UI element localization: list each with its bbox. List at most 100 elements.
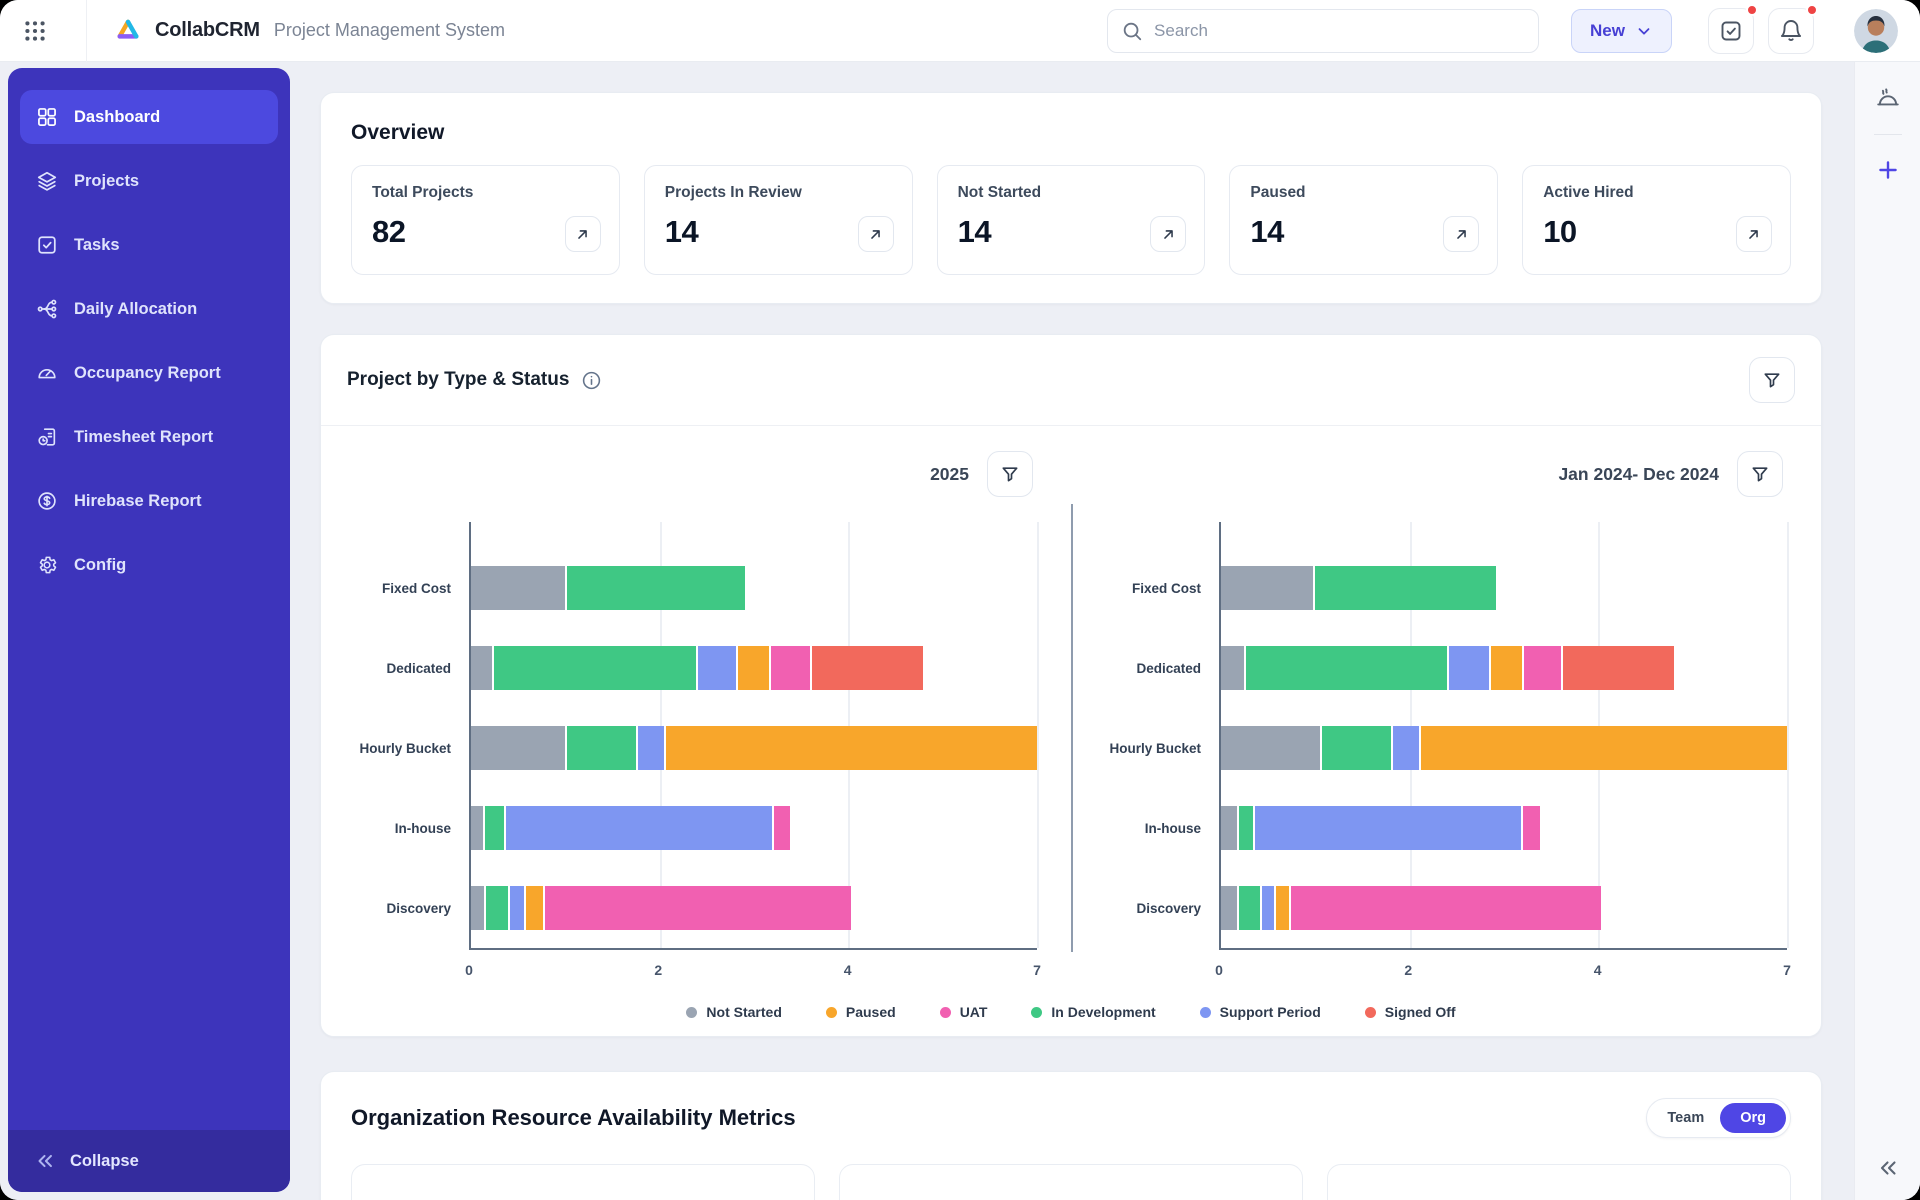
app-launcher-icon[interactable]	[18, 14, 52, 48]
legend-item: Not Started	[686, 1004, 782, 1020]
bell-icon	[1780, 19, 1802, 41]
bar-segment	[471, 886, 485, 930]
toggle-org[interactable]: Org	[1720, 1103, 1786, 1133]
funnel-icon	[1752, 467, 1768, 482]
sidebar-item-tasks[interactable]: Tasks	[20, 218, 278, 272]
category-label: In-house	[394, 820, 451, 836]
stat-card-total-projects: Total Projects 82	[351, 165, 620, 275]
search-box	[1107, 8, 1540, 53]
category-label: Fixed Cost	[1131, 580, 1201, 596]
gridline	[1037, 522, 1039, 948]
arrow-up-right-icon	[1164, 229, 1173, 239]
collapse-panel-icon[interactable]	[1876, 1156, 1900, 1180]
legend-item: Signed Off	[1364, 1004, 1456, 1020]
bar-row	[471, 708, 1037, 788]
bar-segment	[811, 646, 924, 690]
collabcrm-logo-icon	[113, 16, 143, 46]
sidebar-item-dashboard[interactable]: Dashboard	[20, 90, 278, 144]
open-arrow-button[interactable]	[857, 216, 894, 252]
legend-dot	[1031, 1006, 1043, 1018]
sidebar-item-timesheet-report[interactable]: Timesheet Report	[20, 410, 278, 464]
legend-dot	[939, 1006, 951, 1018]
bar-segment	[567, 566, 745, 610]
stat-card-not-started: Not Started 14	[936, 165, 1206, 275]
bar-segment	[1255, 806, 1521, 850]
bar-segment	[1522, 806, 1540, 850]
chart-period-label: Jan 2024- Dec 2024	[1558, 463, 1719, 484]
layers-icon	[37, 171, 57, 191]
gear-icon	[39, 556, 57, 574]
category-label: Dedicated	[386, 660, 451, 676]
bar-segment	[567, 726, 637, 770]
bar-segment	[1221, 566, 1313, 610]
check-square-icon	[1721, 21, 1741, 40]
chart-filter-button[interactable]	[1737, 451, 1783, 497]
timesheet-clock-icon	[38, 428, 56, 446]
category-label: Fixed Cost	[381, 580, 451, 596]
new-button[interactable]: New	[1571, 8, 1672, 53]
check-square-icon	[38, 236, 56, 254]
bar-segment	[509, 886, 524, 930]
approvals-button[interactable]	[1708, 3, 1758, 54]
whats-new-cloche-icon[interactable]	[1875, 86, 1901, 112]
double-chevron-left-icon	[38, 1154, 52, 1168]
bar-row	[1221, 708, 1787, 788]
open-arrow-button[interactable]	[1150, 216, 1187, 252]
bar-segment	[544, 886, 851, 930]
bar-segment	[1314, 566, 1497, 610]
chart-section-title: Project by Type & Status	[347, 369, 570, 390]
sidebar-item-config[interactable]: Config	[20, 538, 278, 592]
sidebar-collapse-button[interactable]: Collapse	[8, 1130, 290, 1192]
bar-segment	[485, 806, 504, 850]
chart-filter-button[interactable]	[987, 451, 1033, 497]
bar-segment	[738, 646, 770, 690]
legend-item: Support Period	[1199, 1004, 1321, 1020]
sidebar-item-occupancy-report[interactable]: Occupancy Report	[20, 346, 278, 400]
x-axis-ticks: 0 2 4 7	[1215, 950, 1791, 984]
notifications-button[interactable]	[1768, 3, 1818, 54]
app-subtitle: Project Management System	[273, 20, 505, 40]
bar-segment	[1221, 646, 1244, 690]
legend-item: In Development	[1031, 1004, 1156, 1020]
project-type-status-section: Project by Type & Status 2025 Fixed Cost…	[320, 334, 1822, 1037]
notification-dot	[1806, 3, 1818, 16]
category-label: Discovery	[1136, 900, 1201, 916]
sidebar-item-hirebase-report[interactable]: Hirebase Report	[20, 474, 278, 528]
allocation-network-icon	[37, 299, 57, 319]
toggle-team[interactable]: Team	[1651, 1103, 1720, 1133]
bar-segment	[471, 806, 484, 850]
legend-dot	[825, 1006, 837, 1018]
sidebar-item-daily-allocation[interactable]: Daily Allocation	[20, 282, 278, 336]
x-tick-label: 2	[654, 962, 663, 978]
stat-card-active-hired: Active Hired 10	[1522, 165, 1791, 275]
gridline	[1787, 522, 1789, 948]
top-header: CollabCRM Project Management System New	[0, 0, 1920, 62]
bar-row	[1221, 788, 1787, 868]
bar-segment	[1562, 646, 1675, 690]
info-icon[interactable]	[581, 370, 602, 391]
bar-segment	[1221, 806, 1238, 850]
bar-segment	[1392, 726, 1420, 770]
x-tick-label: 0	[465, 962, 473, 978]
overview-section: Overview Total Projects 82 Projects In R…	[320, 92, 1822, 304]
bar-segment	[1490, 646, 1522, 690]
open-arrow-button[interactable]	[564, 216, 601, 252]
chart-period-label: 2025	[930, 463, 969, 484]
user-avatar[interactable]	[1854, 8, 1898, 53]
plot-area	[469, 522, 1039, 950]
category-label: Dedicated	[1136, 660, 1201, 676]
filter-button[interactable]	[1749, 357, 1795, 403]
bar-row	[471, 788, 1037, 868]
category-label: Hourly Bucket	[359, 740, 451, 756]
category-labels: Fixed Cost Dedicated Hourly Bucket In-house…	[351, 522, 469, 950]
open-arrow-button[interactable]	[1735, 216, 1772, 252]
bar-segment	[1261, 886, 1274, 930]
sidebar-item-projects[interactable]: Projects	[20, 154, 278, 208]
metric-card-stub	[839, 1164, 1303, 1200]
open-arrow-button[interactable]	[1443, 216, 1480, 252]
bar-segment	[525, 886, 543, 930]
add-plus-icon[interactable]	[1875, 157, 1901, 183]
bar-segment	[471, 726, 566, 770]
search-input[interactable]	[1107, 8, 1540, 53]
bar-segment	[773, 806, 790, 850]
